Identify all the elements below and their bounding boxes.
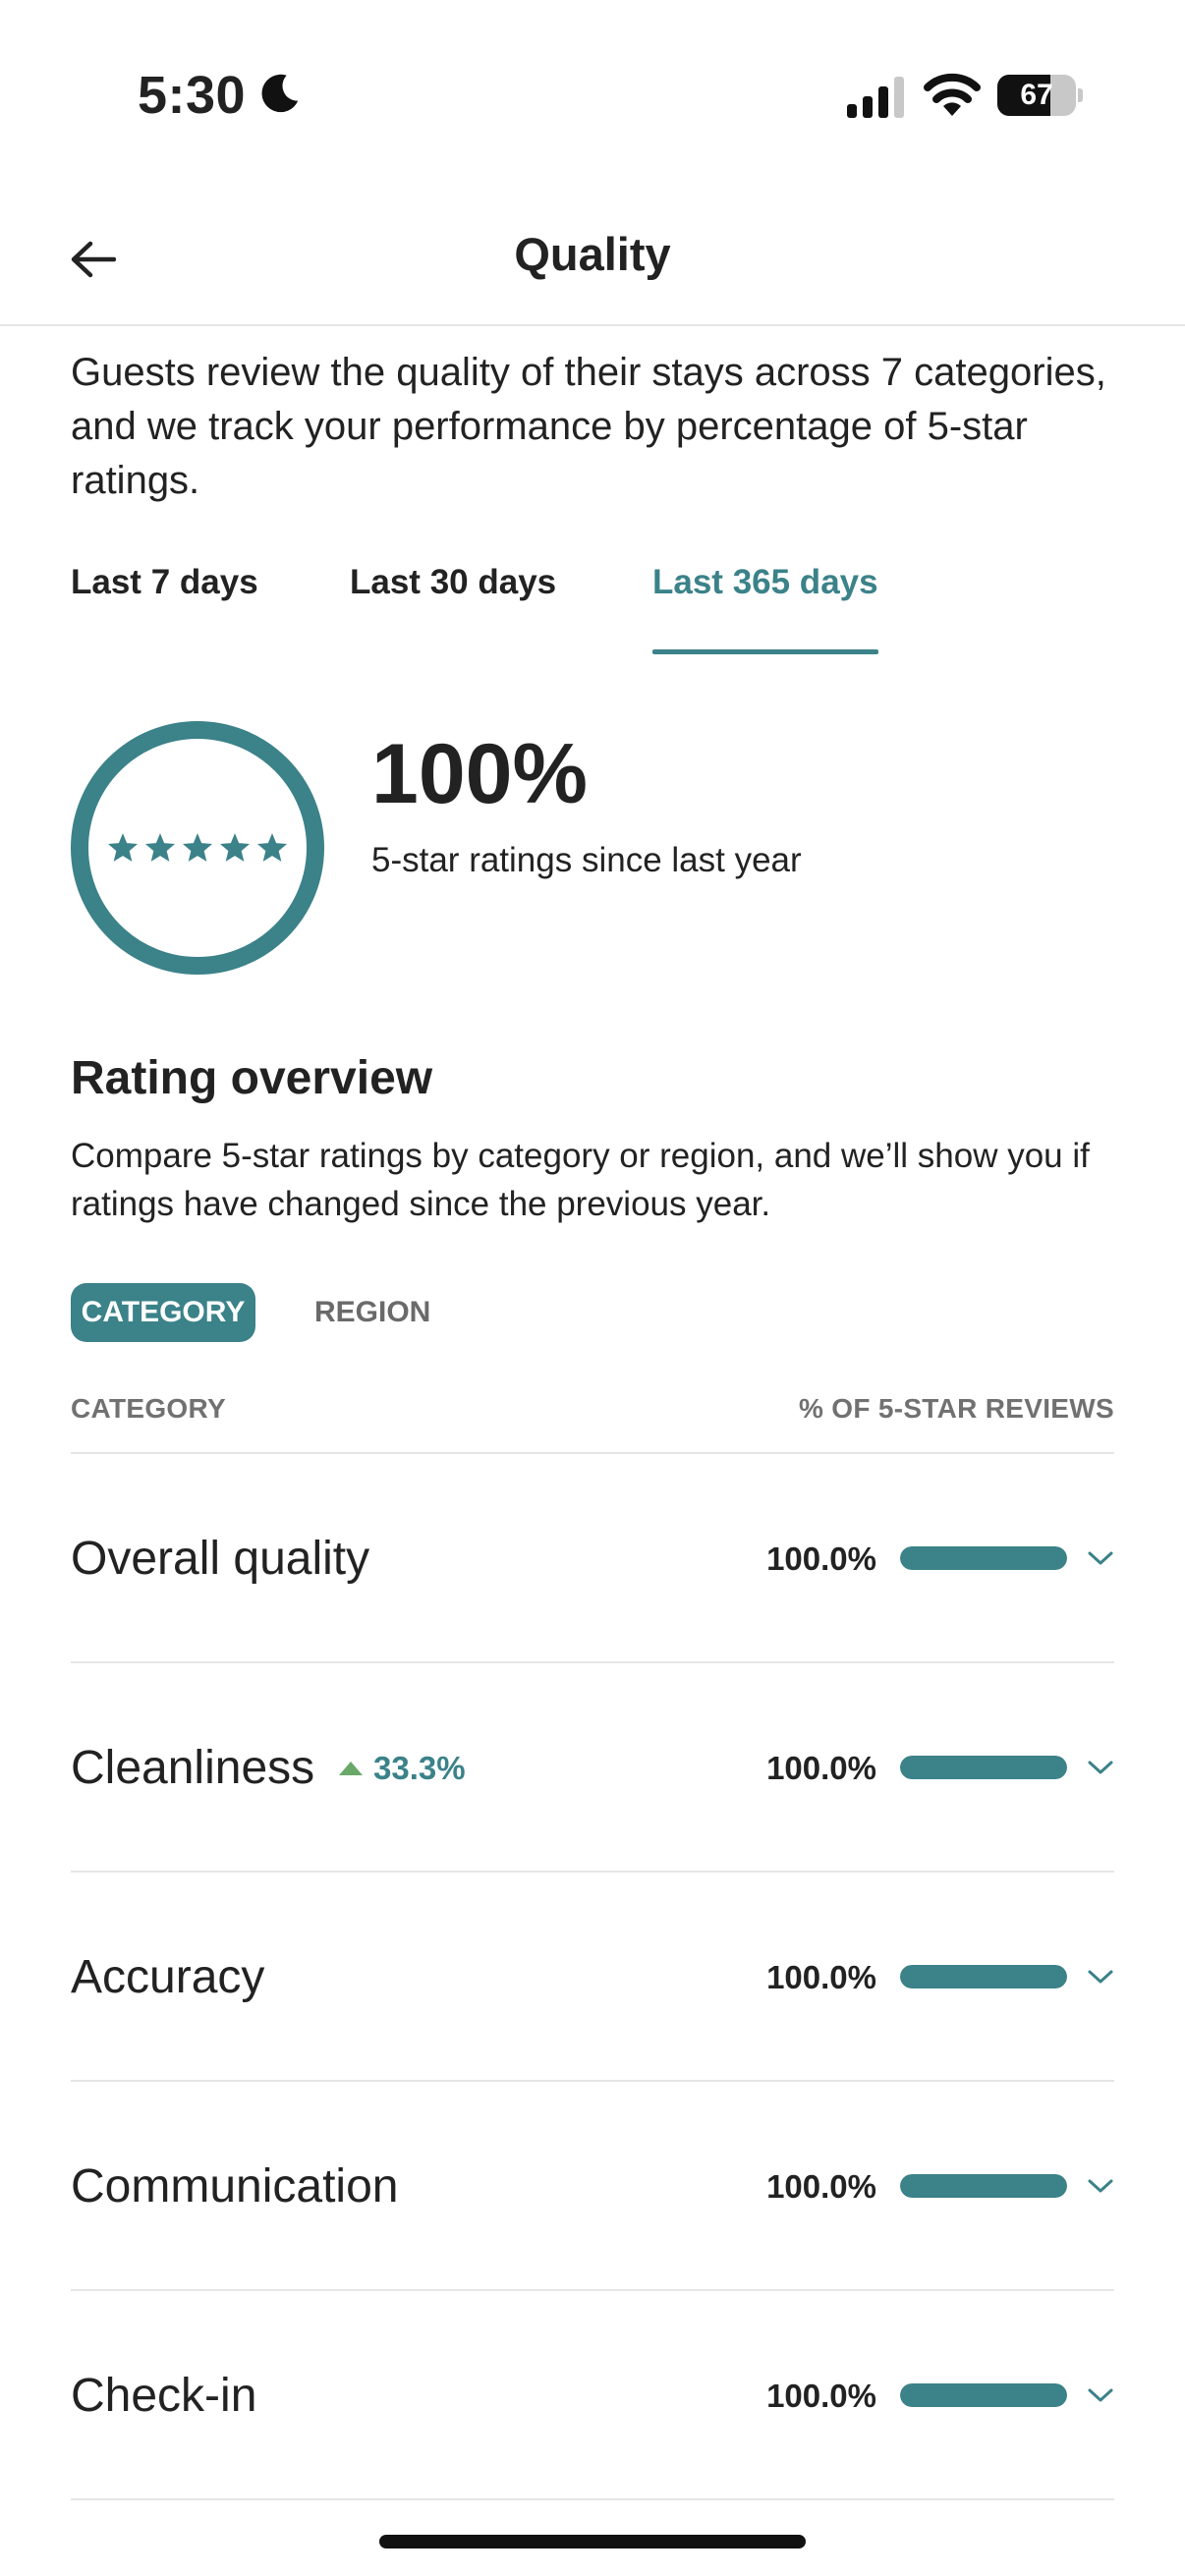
star-icon (219, 833, 251, 862)
category-percentage: 100.0% (766, 1540, 876, 1577)
category-label: Check-in (71, 2370, 257, 2422)
column-header-percent: % OF 5-STAR REVIEWS (799, 1393, 1114, 1424)
category-progress-bar (900, 1546, 1067, 1570)
home-indicator[interactable] (379, 2535, 806, 2548)
category-progress-fill (900, 1546, 1067, 1570)
category-progress-bar (900, 1965, 1067, 1988)
star-icon (182, 833, 213, 862)
column-header-category: CATEGORY (71, 1393, 226, 1424)
cellular-signal-icon (847, 77, 904, 118)
five-star-caption: 5-star ratings since last year (371, 841, 802, 879)
rating-change-badge: 33.3% (338, 1663, 466, 1873)
category-toggle-button[interactable]: CATEGORY (71, 1283, 255, 1342)
category-label: Accuracy (71, 1951, 265, 2003)
rating-ring (71, 721, 324, 975)
app-header: Quality (0, 187, 1185, 326)
region-toggle-button[interactable]: REGION (314, 1283, 430, 1342)
chevron-down-icon[interactable] (1087, 1756, 1114, 1779)
chevron-down-icon[interactable] (1087, 1546, 1114, 1570)
arrow-left-icon (71, 241, 116, 278)
page-title: Quality (514, 228, 671, 280)
intro-text: Guests review the quality of their stays… (71, 351, 1106, 502)
tab-last-30-days[interactable]: Last 30 days (350, 550, 556, 654)
category-row[interactable]: Accuracy 100.0% (71, 1873, 1114, 2082)
category-progress-bar (900, 1756, 1067, 1779)
category-row[interactable]: Communication 100.0% (71, 2082, 1114, 2291)
tab-last-7-days[interactable]: Last 7 days (71, 550, 258, 654)
category-percentage: 100.0% (766, 2168, 876, 2205)
status-bar: 5:30 67 (0, 0, 1185, 187)
triangle-up-icon (339, 1761, 363, 1775)
category-progress-fill (900, 2383, 1067, 2407)
battery-level: 67 (1020, 79, 1053, 111)
category-progress-fill (900, 1756, 1067, 1779)
category-progress-fill (900, 1965, 1067, 1988)
five-star-rating-icon (106, 831, 289, 865)
back-button[interactable] (59, 226, 126, 293)
battery-icon: 67 (997, 75, 1083, 116)
star-icon (144, 833, 176, 862)
period-tabs: Last 7 days Last 30 days Last 365 days (71, 550, 1114, 654)
rating-overview-description: Compare 5-star ratings by category or re… (71, 1137, 1090, 1223)
category-label: Communication (71, 2160, 399, 2212)
star-icon (107, 833, 139, 862)
category-row[interactable]: Check-in 100.0% (71, 2291, 1114, 2500)
moon-icon (261, 74, 299, 113)
rating-change-value: 33.3% (373, 1750, 466, 1786)
wifi-icon (924, 73, 981, 116)
category-label: Cleanliness (71, 1742, 315, 1794)
category-progress-bar (900, 2383, 1067, 2407)
category-label: Overall quality (71, 1533, 370, 1585)
status-time: 5:30 (138, 66, 247, 125)
category-percentage: 100.0% (766, 2378, 876, 2414)
chevron-down-icon[interactable] (1087, 1965, 1114, 1988)
category-progress-bar (900, 2174, 1067, 2198)
star-icon (256, 833, 288, 862)
category-percentage: 100.0% (766, 1750, 876, 1786)
category-progress-fill (900, 2174, 1067, 2198)
chevron-down-icon[interactable] (1087, 2383, 1114, 2407)
category-row[interactable]: Cleanliness 33.3% 100.0% (71, 1663, 1114, 1873)
chevron-down-icon[interactable] (1087, 2174, 1114, 2198)
five-star-percentage: 100% (371, 727, 588, 821)
category-percentage: 100.0% (766, 1959, 876, 1995)
tab-last-365-days[interactable]: Last 365 days (652, 550, 878, 654)
rating-overview-title: Rating overview (71, 1052, 433, 1104)
category-row[interactable]: Overall quality 100.0% (71, 1454, 1114, 1663)
